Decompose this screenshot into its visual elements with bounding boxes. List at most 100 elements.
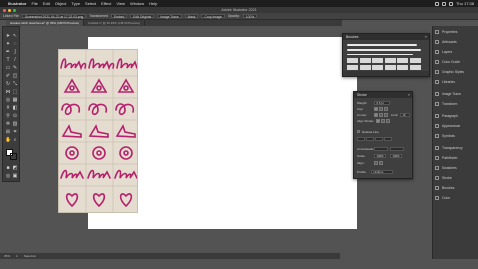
align-outside-button[interactable] <box>386 119 390 123</box>
panel-menu-icon[interactable]: ≡ <box>408 92 410 98</box>
stroke-panel-header[interactable]: Stroke ≡ <box>354 92 412 98</box>
magic-wand-tool-icon[interactable]: ✦ <box>5 41 11 47</box>
dash-field[interactable] <box>357 137 365 141</box>
bevel-join-button[interactable] <box>384 113 388 117</box>
minimize-window-button[interactable] <box>8 8 11 12</box>
menu-help[interactable]: Help <box>149 0 157 7</box>
brush-swatch[interactable] <box>372 64 383 70</box>
dash-field[interactable] <box>375 137 383 141</box>
direct-selection-tool-icon[interactable]: ↖ <box>12 33 18 39</box>
pen-tool-icon[interactable]: ✒ <box>5 49 11 55</box>
eraser-tool-icon[interactable]: ◫ <box>12 73 18 79</box>
brush-stroke-row[interactable] <box>347 53 427 57</box>
draw-mode-icon[interactable]: ◎ <box>5 173 11 179</box>
limit-field[interactable]: 10 <box>400 113 410 117</box>
panel-pathfinder[interactable]: Pathfinder <box>433 154 478 162</box>
arrow-tip-at-end-button[interactable] <box>379 161 383 165</box>
close-window-button[interactable] <box>3 8 6 12</box>
brush-swatch[interactable] <box>359 64 371 70</box>
opacity-field[interactable]: 100% <box>242 13 258 19</box>
brush-stroke-row[interactable] <box>347 48 427 52</box>
menu-effect[interactable]: Effect <box>101 0 111 7</box>
arrowhead-end-select[interactable] <box>390 147 404 151</box>
rotate-tool-icon[interactable]: ↻ <box>5 81 11 87</box>
curvature-tool-icon[interactable]: ∫ <box>12 49 18 55</box>
panel-symbols[interactable]: Symbols <box>433 132 478 140</box>
arrowhead-start-select[interactable] <box>374 147 388 151</box>
panel-layers[interactable]: Layers <box>433 48 478 56</box>
menu-window[interactable]: Window <box>130 0 144 7</box>
screen-mode-icon[interactable]: ▣ <box>12 173 18 179</box>
wifi-icon[interactable] <box>434 1 439 6</box>
artboard-tool-icon[interactable]: ⊞ <box>5 129 11 135</box>
scale-start-field[interactable]: 100% <box>374 154 386 158</box>
brush-swatch[interactable] <box>397 64 408 70</box>
width-tool-icon[interactable]: ⋈ <box>5 89 11 95</box>
free-transform-tool-icon[interactable]: ⬚ <box>12 89 18 95</box>
brush-swatch[interactable] <box>347 64 358 70</box>
miter-join-button[interactable] <box>374 113 378 117</box>
brush-swatch[interactable] <box>384 64 396 70</box>
panel-menu-icon[interactable]: ≡ <box>425 34 427 40</box>
gap-field[interactable] <box>366 137 374 141</box>
gap-field[interactable] <box>384 137 392 141</box>
shape-builder-tool-icon[interactable]: ◎ <box>5 97 11 103</box>
butt-cap-button[interactable] <box>374 107 378 111</box>
color-mode-icon[interactable]: ■ <box>5 165 11 171</box>
menu-app-name[interactable]: Illustrator <box>8 0 26 7</box>
status-info[interactable]: Selection <box>24 253 36 259</box>
dashed-line-checkbox[interactable] <box>357 130 360 133</box>
panel-paragraph[interactable]: Paragraph <box>433 112 478 120</box>
search-icon[interactable] <box>448 1 453 6</box>
menu-view[interactable]: View <box>116 0 125 7</box>
align-inside-button[interactable] <box>381 119 385 123</box>
zoom-window-button[interactable] <box>13 8 16 12</box>
gradient-mode-icon[interactable]: ◩ <box>12 165 18 171</box>
brush-swatch[interactable] <box>359 58 371 63</box>
scale-tool-icon[interactable]: ⤡ <box>12 81 18 87</box>
profile-select[interactable]: Uniform <box>371 170 393 174</box>
menu-type[interactable]: Type <box>71 0 80 7</box>
type-tool-icon[interactable]: T <box>5 57 11 63</box>
round-cap-button[interactable] <box>379 107 383 111</box>
eyedropper-tool-icon[interactable]: ⚲ <box>5 113 11 119</box>
zoom-level[interactable]: 35% <box>4 253 10 259</box>
line-tool-icon[interactable]: / <box>12 57 18 63</box>
scale-end-field[interactable]: 100% <box>390 154 402 158</box>
selection-tool-icon[interactable]: ➤ <box>5 33 11 39</box>
image-trace-button[interactable]: Image Trace <box>157 13 182 19</box>
panel-color-guide[interactable]: Color Guide <box>433 58 478 66</box>
stroke-swatch[interactable] <box>10 153 17 160</box>
round-join-button[interactable] <box>379 113 383 117</box>
menu-edit[interactable]: Edit <box>43 0 50 7</box>
brush-swatch[interactable] <box>347 58 358 63</box>
mask-button[interactable]: Mask <box>184 13 199 19</box>
arrow-tip-beyond-button[interactable] <box>374 161 378 165</box>
weight-field[interactable]: 0.5 pt <box>374 101 390 105</box>
panel-libraries[interactable]: Libraries <box>433 78 478 86</box>
paintbrush-tool-icon[interactable]: ✎ <box>12 65 18 71</box>
menu-clock[interactable]: Thu 17:38 <box>456 0 474 7</box>
symbol-sprayer-tool-icon[interactable]: ✲ <box>5 121 11 127</box>
projecting-cap-button[interactable] <box>384 107 388 111</box>
panel-stroke[interactable]: Stroke <box>433 174 478 182</box>
artboard-number[interactable]: 1 <box>16 253 18 259</box>
linked-file-name[interactable]: Screenshot 2021-04-22 at 17.22.03.png <box>21 13 87 19</box>
panel-artboards[interactable]: Artboards <box>433 38 478 46</box>
menu-file[interactable]: File <box>31 0 37 7</box>
panel-image-trace[interactable]: Image Trace <box>433 90 478 98</box>
brushes-panel-header[interactable]: Brushes ≡ <box>343 34 429 40</box>
brush-swatch[interactable] <box>409 64 421 70</box>
battery-icon[interactable] <box>441 1 446 6</box>
embed-button[interactable]: Embed <box>110 13 128 19</box>
panel-properties[interactable]: Properties <box>433 28 478 36</box>
brush-swatch[interactable] <box>384 58 396 63</box>
slice-tool-icon[interactable]: ⌗ <box>12 129 18 135</box>
panel-color[interactable]: Color <box>433 194 478 202</box>
placed-embroidery-image[interactable] <box>58 49 138 213</box>
brush-stroke-row[interactable] <box>347 43 427 47</box>
panel-transform[interactable]: Transform <box>433 100 478 108</box>
brush-swatch[interactable] <box>372 58 383 63</box>
panel-appearance[interactable]: Appearance <box>433 122 478 130</box>
align-center-button[interactable] <box>376 119 380 123</box>
